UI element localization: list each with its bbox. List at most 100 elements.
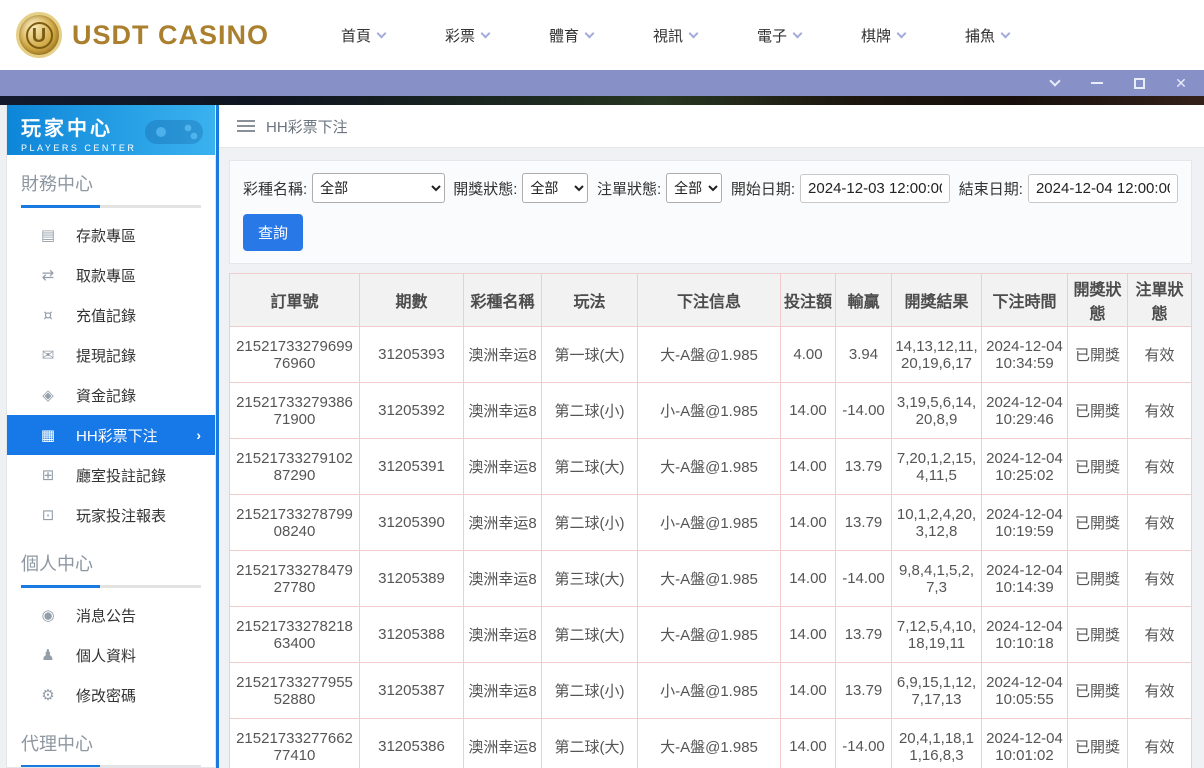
- page-title: HH彩票下注: [266, 118, 348, 136]
- sidebar-item-withdraw-records[interactable]: ✉ 提現記錄: [7, 335, 215, 375]
- nav-item-home[interactable]: 首頁: [311, 25, 415, 46]
- sidebar-item-change-password[interactable]: ⚙ 修改密碼: [7, 675, 215, 715]
- column-header-7: 開獎結果: [891, 273, 982, 327]
- minimize-window-button[interactable]: [1090, 76, 1104, 90]
- sidebar-item-label: 個人資料: [76, 647, 137, 665]
- nav-item-lottery[interactable]: 彩票: [415, 25, 519, 46]
- chevron-down-icon: [792, 28, 803, 38]
- column-header-8: 下注時間: [981, 273, 1068, 327]
- sidebar-item-room-bet-records[interactable]: ⊞ 廳室投註記錄: [7, 455, 215, 495]
- table-cell: 14,13,12,11,20,19,6,17: [891, 326, 982, 383]
- sidebar-item-withdraw-zone[interactable]: ⇄ 取款專區: [7, 255, 215, 295]
- sidebar-section-title: 個人中心: [21, 554, 93, 574]
- draw-status-select[interactable]: 全部: [522, 173, 589, 203]
- end-date-input[interactable]: [1027, 173, 1178, 203]
- table-cell: 2152173327795552880: [229, 662, 360, 719]
- sidebar-item-hh-lottery-bets[interactable]: ▦ HH彩票下注 ›: [7, 415, 215, 455]
- table-cell: 31205387: [359, 662, 464, 719]
- sidebar-item-profile[interactable]: ♟ 個人資料: [7, 635, 215, 675]
- table-cell: 2024-12-04 10:25:02: [981, 438, 1068, 495]
- table-cell: 13.79: [835, 662, 892, 719]
- sidebar-item-label: HH彩票下注: [76, 427, 158, 445]
- brand-logo[interactable]: U USDT CASINO: [16, 12, 269, 58]
- sidebar-item-funds-records[interactable]: ◈ 資金記錄: [7, 375, 215, 415]
- table-cell: 有效: [1127, 494, 1192, 551]
- decorative-strip: [0, 96, 1204, 105]
- table-cell: 31205388: [359, 606, 464, 663]
- table-cell: 31205389: [359, 550, 464, 607]
- table-cell: 大-A盤@1.985: [637, 326, 781, 383]
- sidebar: 玩家中心 PLAYERS CENTER 財務中心 ▤ 存款專區 ⇄ 取款專區 ¤ 充值記錄 ✉…: [6, 105, 216, 768]
- table-cell: 2152173327969976960: [229, 326, 360, 383]
- table-row: 2152173327795552880 31205387 澳洲幸运8 第二球(小) 小-…: [229, 662, 1192, 719]
- table-cell: 9,8,4,1,5,2,7,3: [891, 550, 982, 607]
- table-cell: 已開獎: [1067, 718, 1128, 768]
- dropdown-window-button[interactable]: [1048, 75, 1062, 90]
- nav-item-fishing[interactable]: 捕魚: [935, 25, 1039, 46]
- table-cell: 31205392: [359, 382, 464, 439]
- table-cell: 有效: [1127, 662, 1192, 719]
- column-header-6: 輸贏: [835, 273, 892, 327]
- column-header-9: 開獎狀態: [1067, 273, 1128, 327]
- table-cell: 2024-12-04 10:05:55: [981, 662, 1068, 719]
- lottery-name-select[interactable]: 全部: [312, 173, 445, 203]
- table-cell: 第二球(大): [541, 606, 638, 663]
- nav-item-video[interactable]: 視訊: [623, 25, 727, 46]
- table-cell: 小-A盤@1.985: [637, 382, 781, 439]
- nav-item-electronic[interactable]: 電子: [727, 25, 831, 46]
- window-title-bar: ✕: [0, 70, 1204, 96]
- sidebar-item-recharge-records[interactable]: ¤ 充值記錄: [7, 295, 215, 335]
- table-cell: 31205391: [359, 438, 464, 495]
- table-cell: 已開獎: [1067, 606, 1128, 663]
- table-row: 2152173327910287290 31205391 澳洲幸运8 第二球(大) 大-…: [229, 438, 1192, 495]
- sidebar-item-label: 取款專區: [76, 267, 137, 285]
- end-date-label: 結束日期:: [958, 180, 1023, 198]
- hamburger-menu-icon[interactable]: [237, 117, 255, 135]
- table-cell: 13.79: [835, 606, 892, 663]
- sidebar-item-label: 玩家投注報表: [76, 507, 167, 525]
- bets-table: 訂單號 期數 彩種名稱 玩法 下注信息 投注額 輸贏 開獎結果 下注時間 開獎狀態 注單狀態 215…: [229, 273, 1192, 768]
- nav-item-chess[interactable]: 棋牌: [831, 25, 935, 46]
- table-row: 2152173327969976960 31205393 澳洲幸运8 第一球(大) 大-…: [229, 326, 1192, 383]
- table-cell: -14.00: [835, 718, 892, 768]
- table-cell: 第二球(大): [541, 438, 638, 495]
- table-row: 2152173327938671900 31205392 澳洲幸运8 第二球(小) 小-…: [229, 382, 1192, 439]
- chevron-down-icon: [896, 28, 907, 38]
- table-cell: 已開獎: [1067, 662, 1128, 719]
- column-header-0: 訂單號: [229, 273, 360, 327]
- search-button[interactable]: 查詢: [243, 214, 304, 251]
- start-date-label: 開始日期:: [730, 180, 796, 198]
- table-cell: 3.94: [835, 326, 892, 383]
- table-cell: -14.00: [835, 550, 892, 607]
- list-icon: ⊞: [41, 466, 55, 484]
- table-cell: 14.00: [780, 662, 836, 719]
- table-cell: 澳洲幸运8: [463, 606, 542, 663]
- filter-panel: 彩種名稱: 全部 開獎狀態: 全部 注單狀態: 全部 開始日期: 結束日期:: [229, 160, 1192, 264]
- table-cell: 2152173327847927780: [229, 550, 360, 607]
- order-status-label: 注單狀態:: [596, 180, 662, 198]
- maximize-window-button[interactable]: [1132, 76, 1146, 90]
- sidebar-item-deposit-zone[interactable]: ▤ 存款專區: [7, 215, 215, 255]
- sidebar-item-announcements[interactable]: ◉ 消息公告: [7, 595, 215, 635]
- withdraw-hand-icon: ⇄: [41, 266, 55, 284]
- start-date-input[interactable]: [800, 173, 951, 203]
- wallet-icon: ✉: [41, 346, 55, 364]
- money-bag-icon: ¤: [43, 306, 53, 324]
- nav-item-sports[interactable]: 體育: [519, 25, 623, 46]
- lottery-name-label: 彩種名稱:: [243, 180, 308, 198]
- table-cell: 大-A盤@1.985: [637, 438, 781, 495]
- table-cell: 14.00: [780, 550, 836, 607]
- table-cell: 已開獎: [1067, 550, 1128, 607]
- table-cell: 13.79: [835, 494, 892, 551]
- table-cell: 小-A盤@1.985: [637, 662, 781, 719]
- table-cell: 2024-12-04 10:34:59: [981, 326, 1068, 383]
- chevron-down-icon: [688, 28, 699, 38]
- nav-item-label: 體育: [549, 27, 580, 45]
- order-status-select[interactable]: 全部: [666, 173, 723, 203]
- sidebar-item-player-bet-report[interactable]: ⊡ 玩家投注報表: [7, 495, 215, 535]
- draw-status-label: 開獎狀態:: [453, 180, 518, 198]
- table-cell: 已開獎: [1067, 494, 1128, 551]
- table-cell: 2152173327766277410: [229, 718, 360, 768]
- table-cell: 大-A盤@1.985: [637, 718, 781, 768]
- close-window-button[interactable]: ✕: [1174, 76, 1188, 90]
